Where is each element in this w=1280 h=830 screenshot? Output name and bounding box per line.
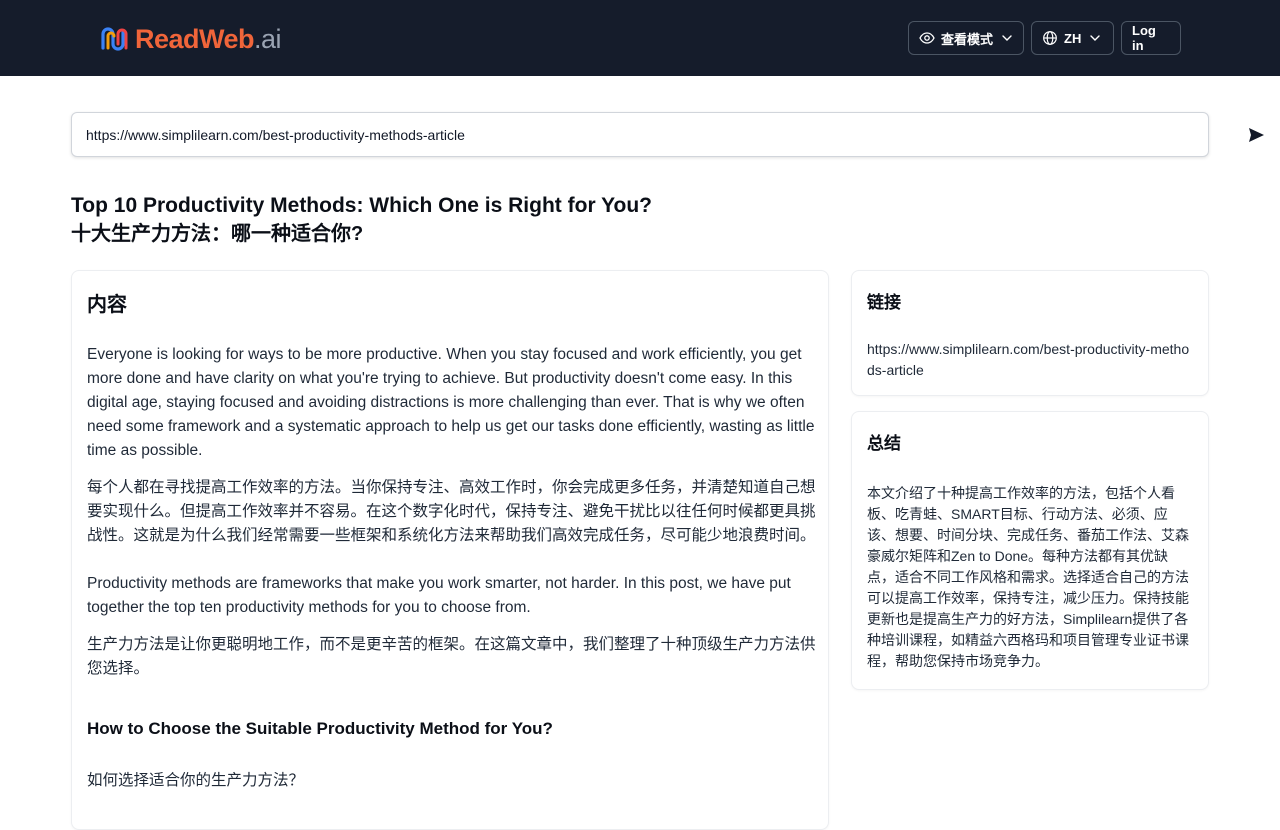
summary-text: 本文介绍了十种提高工作效率的方法，包括个人看板、吃青蛙、SMART目标、行动方法… bbox=[867, 485, 1189, 669]
chevron-down-icon bbox=[1002, 35, 1012, 41]
url-input[interactable] bbox=[86, 113, 1156, 156]
article-title-en: Top 10 Productivity Methods: Which One i… bbox=[71, 194, 653, 217]
login-button[interactable]: Log in bbox=[1121, 21, 1181, 55]
summary-card: 总结 本文介绍了十种提高工作效率的方法，包括个人看板、吃青蛙、SMART目标、行… bbox=[851, 411, 1209, 690]
article-title-zh: 十大生产力方法：哪一种适合你? bbox=[71, 223, 364, 245]
paragraph-zh: 如何选择适合你的生产力方法？ bbox=[87, 772, 305, 789]
paragraph-en: Everyone is looking for ways to be more … bbox=[87, 346, 815, 459]
top-navbar: ReadWeb.ai 查看模式 ZH Log in bbox=[0, 0, 1280, 76]
content-card: 内容 Everyone is looking for ways to be mo… bbox=[71, 270, 829, 830]
paragraph-zh: 生产力方法是让你更聪明地工作，而不是更辛苦的框架。在这篇文章中，我们整理了十种顶… bbox=[87, 636, 816, 677]
logo-text: ReadWeb.ai bbox=[135, 23, 282, 54]
url-input-bar bbox=[71, 112, 1264, 157]
readweb-logo[interactable]: ReadWeb.ai bbox=[99, 22, 282, 56]
paragraph-zh: 每个人都在寻找提高工作效率的方法。当你保持专注、高效工作时，你会完成更多任务，并… bbox=[87, 479, 816, 544]
section-heading: How to Choose the Suitable Productivity … bbox=[87, 719, 553, 738]
article-title: Top 10 Productivity Methods: Which One i… bbox=[71, 192, 652, 248]
login-label: Log in bbox=[1132, 23, 1156, 53]
source-link[interactable]: https://www.simplilearn.com/best-product… bbox=[867, 339, 1193, 381]
logo-mark-icon bbox=[101, 27, 128, 51]
eye-icon bbox=[919, 32, 935, 44]
chevron-down-icon bbox=[1090, 35, 1101, 41]
send-icon[interactable] bbox=[1247, 126, 1265, 144]
content-body: Everyone is looking for ways to be more … bbox=[87, 343, 817, 793]
link-card: 链接 https://www.simplilearn.com/best-prod… bbox=[851, 270, 1209, 396]
link-heading: 链接 bbox=[867, 293, 901, 312]
content-heading: 内容 bbox=[87, 294, 127, 316]
view-mode-dropdown[interactable]: 查看模式 bbox=[908, 21, 1024, 55]
language-label: ZH bbox=[1064, 30, 1082, 46]
paragraph-en: Productivity methods are frameworks that… bbox=[87, 575, 791, 616]
summary-heading: 总结 bbox=[867, 434, 901, 453]
globe-icon bbox=[1043, 31, 1057, 45]
view-mode-label: 查看模式 bbox=[941, 31, 994, 47]
language-dropdown[interactable]: ZH bbox=[1031, 21, 1114, 55]
